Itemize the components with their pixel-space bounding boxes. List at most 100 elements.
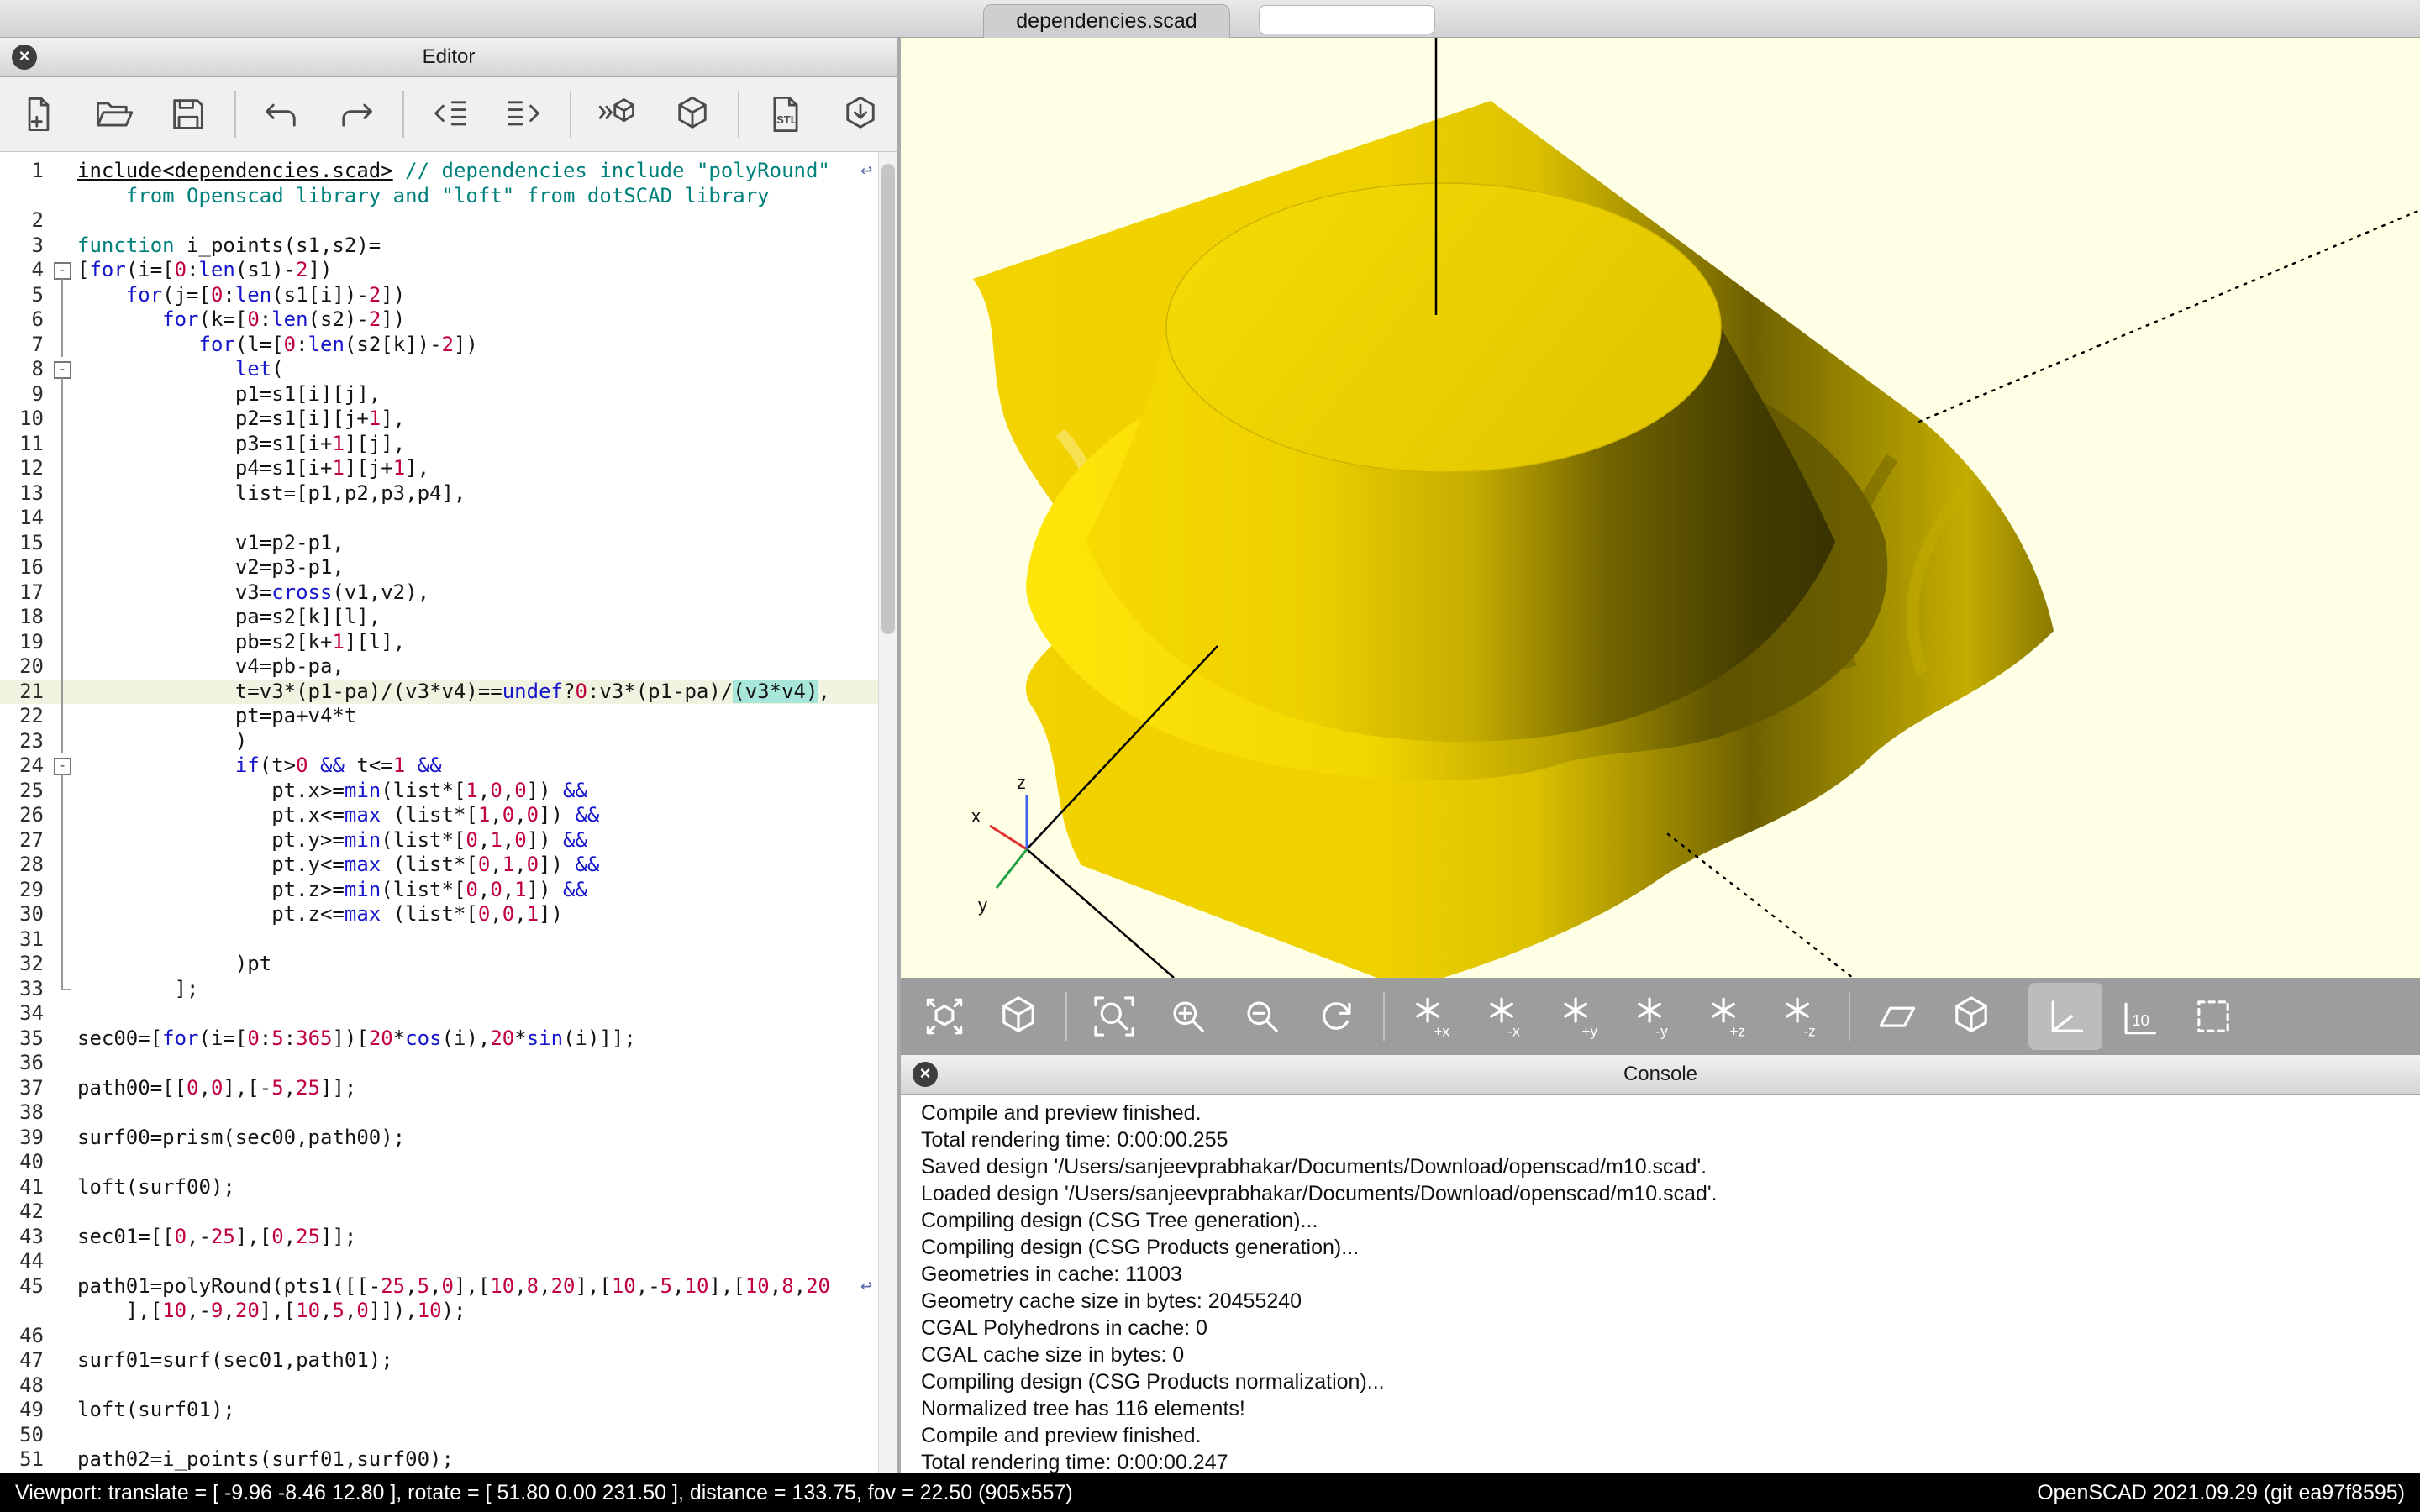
code-line[interactable]: 49loft(surf01); (0, 1398, 879, 1423)
code-line[interactable]: 51path02=i_points(surf01,surf00); (0, 1447, 879, 1473)
code-line[interactable]: 50 (0, 1423, 879, 1448)
code-line[interactable]: 7 for(l=[0:len(s2[k])-2]) (0, 333, 879, 358)
code-line[interactable]: 38 (0, 1100, 879, 1126)
code-line[interactable]: 12 p4=s1[i+1][j+1], (0, 456, 879, 481)
code-line[interactable]: 40 (0, 1150, 879, 1175)
fold-collapse-icon[interactable]: - (54, 758, 71, 775)
code-line[interactable]: 16 v2=p3-p1, (0, 555, 879, 580)
fold-collapse-icon[interactable]: - (54, 262, 71, 280)
unindent-button[interactable] (413, 82, 487, 146)
export-stl-button[interactable]: STL (748, 82, 823, 146)
code-line[interactable]: 32 )pt (0, 952, 879, 977)
code-line[interactable]: 47surf01=surf(sec01,path01); (0, 1348, 879, 1373)
code-line[interactable]: 41loft(surf00); (0, 1175, 879, 1200)
code-line[interactable]: 8- let( (0, 357, 879, 382)
empty-tab[interactable] (1259, 5, 1435, 34)
code-line[interactable]: 1include<dependencies.scad> // dependenc… (0, 159, 879, 184)
code-line[interactable]: 37path00=[[0,0],[-5,25]]; (0, 1076, 879, 1101)
redo-button[interactable] (319, 82, 394, 146)
print-3d-button[interactable] (823, 82, 897, 146)
zoom-in-button[interactable] (1151, 983, 1225, 1050)
code-line[interactable]: 21 t=v3*(p1-pa)/(v3*v4)==undef?0:v3*(p1-… (0, 680, 879, 705)
line-number: 35 (0, 1026, 49, 1052)
show-edges-button[interactable] (1934, 983, 2008, 1050)
line-number: 26 (0, 803, 49, 828)
editor-scrollbar[interactable] (878, 152, 897, 1473)
code-line[interactable]: 29 pt.z>=min(list*[0,0,1]) && (0, 878, 879, 903)
rotate-minus-x-button[interactable]: -x (1469, 983, 1543, 1050)
code-line[interactable]: 24- if(t>0 && t<=1 && (0, 753, 879, 779)
code-line[interactable]: 23 ) (0, 729, 879, 754)
console-log[interactable]: Compile and preview finished.Total rende… (901, 1095, 2420, 1473)
save-file-button[interactable] (151, 82, 226, 146)
code-line[interactable]: 5 for(j=[0:len(s1[i])-2]) (0, 283, 879, 308)
code-line[interactable]: 3function i_points(s1,s2)= (0, 234, 879, 259)
zoom-out-button[interactable] (1225, 983, 1299, 1050)
code-line[interactable]: 46 (0, 1324, 879, 1349)
show-crosshairs-button[interactable] (2176, 983, 2250, 1050)
code-line[interactable]: 17 v3=cross(v1,v2), (0, 580, 879, 606)
code-line[interactable]: ],[10,-9,20],[10,5,0]]),10); (0, 1299, 879, 1324)
close-icon[interactable]: × (12, 45, 37, 70)
fold-marker[interactable]: - (49, 258, 77, 283)
perspective-view-button[interactable] (981, 983, 1055, 1050)
code-line[interactable]: from Openscad library and "loft" from do… (0, 184, 879, 209)
document-tab[interactable]: dependencies.scad (983, 4, 1230, 38)
code-line[interactable]: 30 pt.z<=max (list*[0,0,1]) (0, 902, 879, 927)
fold-collapse-icon[interactable]: - (54, 361, 71, 379)
code-line[interactable]: 22 pt=pa+v4*t (0, 704, 879, 729)
code-line[interactable]: 45path01=polyRound(pts1([[-25,5,0],[10,8… (0, 1274, 879, 1299)
code-line[interactable]: 18 pa=s2[k][l], (0, 605, 879, 630)
code-line[interactable]: 43sec01=[[0,-25],[0,25]]; (0, 1225, 879, 1250)
code-line[interactable]: 31 (0, 927, 879, 953)
3d-viewport[interactable]: z x y (901, 38, 2420, 978)
code-line[interactable]: 26 pt.x<=max (list*[1,0,0]) && (0, 803, 879, 828)
code-line[interactable]: 39surf00=prism(sec00,path00); (0, 1126, 879, 1151)
rotate-minus-z-button[interactable]: -z (1765, 983, 1839, 1050)
code-line[interactable]: 34 (0, 1001, 879, 1026)
rotate-plus-y-button[interactable]: +y (1543, 983, 1617, 1050)
code-line[interactable]: 2 (0, 208, 879, 234)
code-line[interactable]: 6 for(k=[0:len(s2)-2]) (0, 307, 879, 333)
open-file-button[interactable] (76, 82, 151, 146)
view-all-button[interactable] (908, 983, 981, 1050)
code-line[interactable]: 36 (0, 1051, 879, 1076)
code-line[interactable]: 14 (0, 506, 879, 531)
code-line[interactable]: 28 pt.y<=max (list*[0,1,0]) && (0, 853, 879, 878)
scrollbar-thumb[interactable] (881, 164, 895, 634)
rotate-plus-z-button[interactable]: +z (1691, 983, 1765, 1050)
code-area[interactable]: 1include<dependencies.scad> // dependenc… (0, 152, 879, 1473)
code-line[interactable]: 33 ]; (0, 977, 879, 1002)
code-line[interactable]: 25 pt.x>=min(list*[1,0,0]) && (0, 779, 879, 804)
show-scale-markers-button[interactable]: 10 (2102, 983, 2176, 1050)
code-line[interactable]: 10 p2=s1[i][j+1], (0, 407, 879, 432)
3d-scene[interactable]: z x y (901, 38, 2420, 978)
code-line[interactable]: 44 (0, 1249, 879, 1274)
code-line[interactable]: 15 v1=p2-p1, (0, 531, 879, 556)
code-editor[interactable]: 1include<dependencies.scad> // dependenc… (0, 152, 897, 1473)
rotate-minus-y-button[interactable]: -y (1617, 983, 1691, 1050)
zoom-to-fit-button[interactable] (1077, 983, 1151, 1050)
code-line[interactable]: 20 v4=pb-pa, (0, 654, 879, 680)
code-line[interactable]: 27 pt.y>=min(list*[0,1,0]) && (0, 828, 879, 853)
undo-button[interactable] (245, 82, 319, 146)
reset-view-button[interactable] (1299, 983, 1373, 1050)
code-line[interactable]: 13 list=[p1,p2,p3,p4], (0, 481, 879, 507)
close-icon[interactable]: × (913, 1062, 938, 1087)
code-line[interactable]: 19 pb=s2[k+1][l], (0, 630, 879, 655)
indent-button[interactable] (487, 82, 561, 146)
code-line[interactable]: 9 p1=s1[i][j], (0, 382, 879, 407)
code-line[interactable]: 11 p3=s1[i+1][j], (0, 432, 879, 457)
preview-render-button[interactable] (580, 82, 655, 146)
code-line[interactable]: 42 (0, 1200, 879, 1225)
render-button[interactable] (655, 82, 729, 146)
code-line[interactable]: 4-[for(i=[0:len(s1)-2]) (0, 258, 879, 283)
rotate-plus-x-button[interactable]: +x (1395, 983, 1469, 1050)
fold-marker[interactable]: - (49, 753, 77, 779)
show-axes-button[interactable] (2028, 983, 2102, 1050)
code-line[interactable]: 48 (0, 1373, 879, 1399)
code-line[interactable]: 35sec00=[for(i=[0:5:365])[20*cos(i),20*s… (0, 1026, 879, 1052)
fold-marker[interactable]: - (49, 357, 77, 382)
show-surfaces-button[interactable] (1860, 983, 1934, 1050)
new-file-button[interactable] (2, 82, 76, 146)
